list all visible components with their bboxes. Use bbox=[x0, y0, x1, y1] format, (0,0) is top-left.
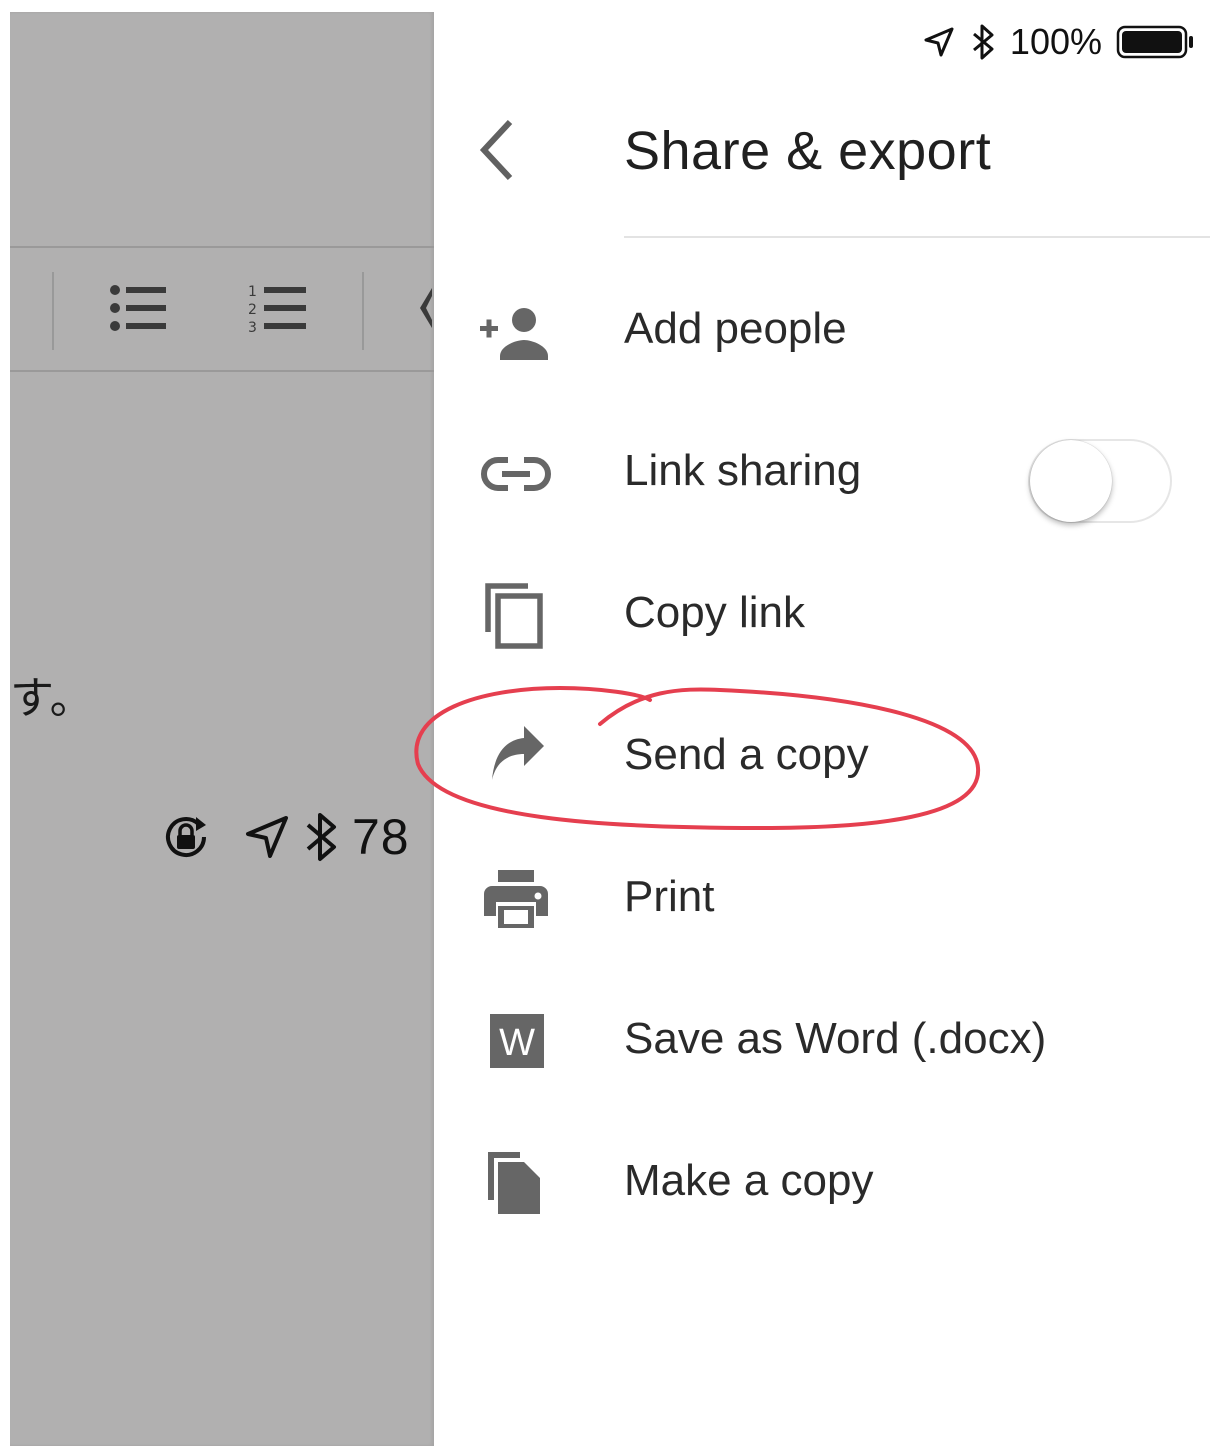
numbered-list-icon[interactable]: 1 2 3 bbox=[248, 282, 310, 334]
word-icon: W bbox=[490, 1014, 544, 1068]
left-margin bbox=[0, 0, 10, 1446]
rotation-lock-icon bbox=[166, 817, 206, 858]
share-export-panel: 100% Share & export Add people Link shar… bbox=[434, 0, 1210, 1446]
menu-item-copy-link[interactable]: Copy link bbox=[434, 556, 1210, 676]
toggle-knob bbox=[1030, 440, 1112, 522]
bluetooth-icon bbox=[972, 24, 994, 60]
background-battery-percent: 78 bbox=[352, 809, 410, 865]
file-copy-icon bbox=[488, 1152, 540, 1214]
page-title: Share & export bbox=[624, 121, 992, 181]
panel-header: Share & export bbox=[434, 100, 1210, 210]
back-button[interactable] bbox=[474, 114, 524, 186]
header-divider bbox=[624, 236, 1210, 238]
location-arrow-icon bbox=[924, 27, 954, 57]
share-arrow-icon bbox=[492, 726, 544, 780]
menu-label-save-as-word: Save as Word (.docx) bbox=[624, 1014, 1047, 1063]
background-status-bar: 78 bbox=[160, 802, 410, 872]
svg-text:2: 2 bbox=[248, 302, 257, 318]
battery-icon bbox=[1116, 25, 1193, 59]
printer-icon bbox=[484, 870, 548, 928]
link-icon bbox=[481, 457, 551, 491]
toolbar-divider bbox=[52, 272, 54, 350]
document-text: す。 bbox=[10, 673, 94, 724]
menu-label-make-a-copy: Make a copy bbox=[624, 1156, 874, 1205]
bulleted-list-icon[interactable] bbox=[108, 282, 170, 334]
menu-item-send-a-copy[interactable]: Send a copy bbox=[434, 698, 1210, 818]
toolbar-divider bbox=[362, 272, 364, 350]
battery-percent: 100% bbox=[1009, 21, 1102, 62]
menu-item-make-a-copy[interactable]: Make a copy bbox=[434, 1124, 1210, 1244]
copy-icon bbox=[485, 583, 543, 649]
add-person-icon bbox=[480, 308, 548, 360]
svg-text:3: 3 bbox=[248, 320, 257, 334]
link-sharing-toggle[interactable] bbox=[1028, 436, 1174, 526]
document-toolbar: 1 2 3 bbox=[10, 246, 434, 372]
menu-item-link-sharing[interactable]: Link sharing bbox=[434, 414, 1210, 534]
bluetooth-icon bbox=[306, 813, 336, 861]
menu-label-copy-link: Copy link bbox=[624, 588, 805, 637]
top-margin-strip bbox=[0, 0, 434, 12]
document-backdrop[interactable]: 1 2 3 す。 78 bbox=[10, 12, 434, 1446]
menu-label-print: Print bbox=[624, 872, 715, 921]
menu-item-add-people[interactable]: Add people bbox=[434, 272, 1210, 392]
indent-icon[interactable] bbox=[418, 282, 434, 334]
menu-label-add-people: Add people bbox=[624, 304, 847, 353]
location-arrow-icon bbox=[246, 816, 288, 858]
menu-label-link-sharing: Link sharing bbox=[624, 446, 862, 495]
menu-item-print[interactable]: Print bbox=[434, 840, 1210, 960]
word-icon-letter: W bbox=[499, 1022, 535, 1064]
menu-item-save-as-word[interactable]: W Save as Word (.docx) bbox=[434, 982, 1210, 1102]
menu-label-send-a-copy: Send a copy bbox=[624, 730, 869, 779]
svg-text:1: 1 bbox=[248, 284, 257, 300]
status-bar: 100% bbox=[922, 16, 1196, 68]
